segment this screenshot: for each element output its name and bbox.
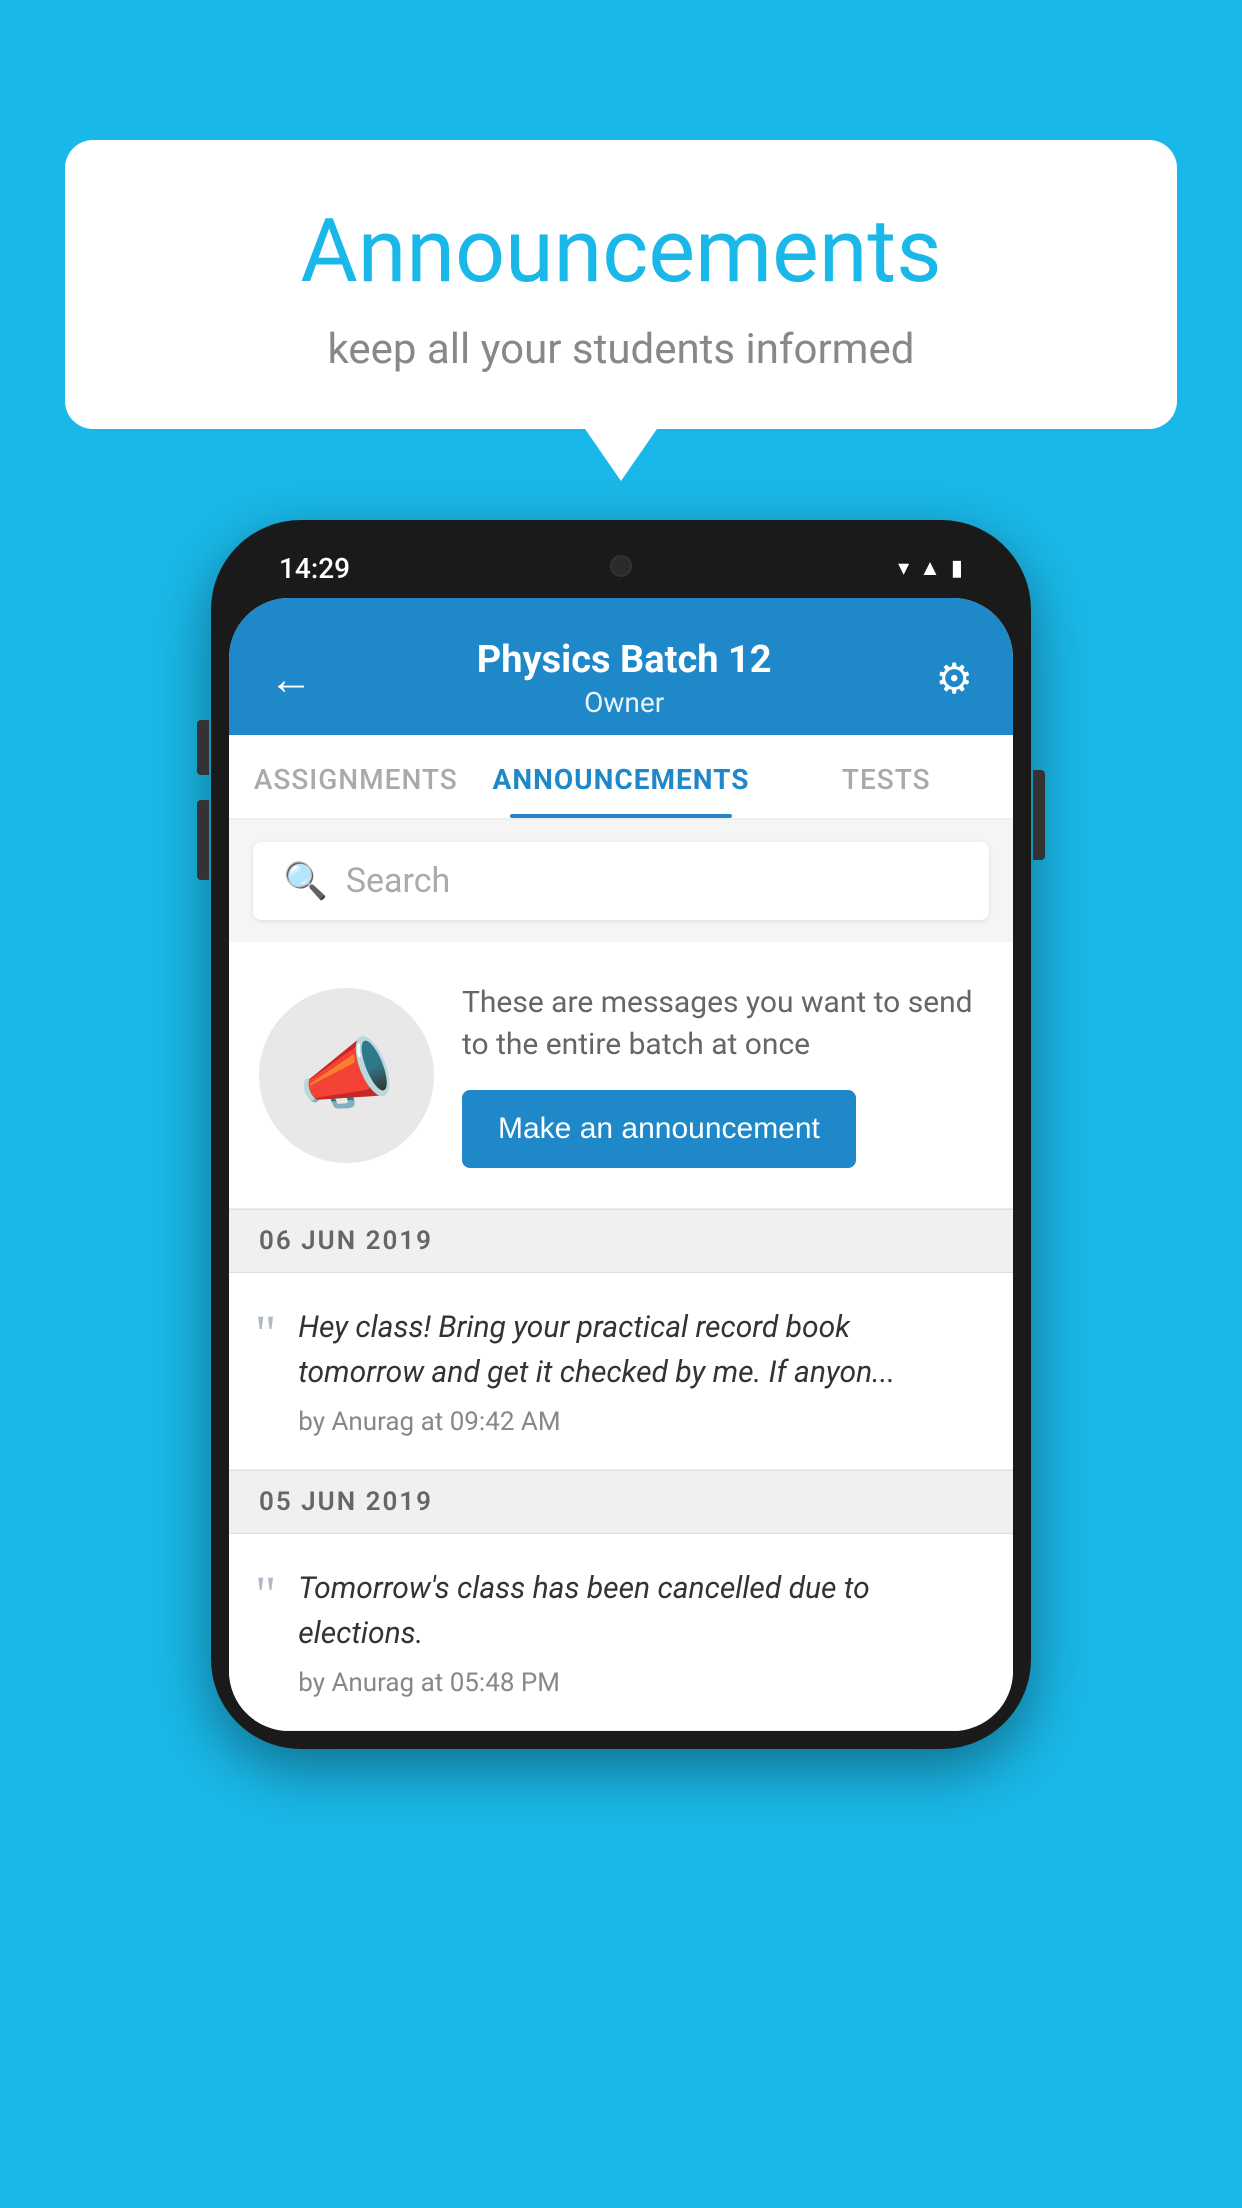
promo-card: 📣 These are messages you want to send to… [229,942,1013,1209]
announcement-item-1[interactable]: " Hey class! Bring your practical record… [229,1273,1013,1470]
speech-bubble: Announcements keep all your students inf… [65,140,1177,429]
quote-icon-2: " [255,1570,276,1622]
search-bar[interactable]: 🔍 Search [253,842,989,920]
phone-notch [531,538,711,593]
status-icons: ▾ ▲ ▮ [898,555,963,581]
status-time: 14:29 [279,552,350,585]
speech-bubble-subtitle: keep all your students informed [115,325,1127,374]
phone-container: 14:29 ▾ ▲ ▮ ← Physics Batch 12 Owner [211,520,1031,1749]
camera-dot [610,555,632,577]
megaphone-icon: 📣 [298,1030,395,1121]
announcement-item-2[interactable]: " Tomorrow's class has been cancelled du… [229,1534,1013,1731]
batch-title: Physics Batch 12 [477,638,772,682]
back-button[interactable]: ← [269,653,313,705]
tab-tests[interactable]: TESTS [759,735,1013,818]
make-announcement-button[interactable]: Make an announcement [462,1090,856,1168]
search-icon: 🔍 [283,860,328,902]
vol-button-2 [197,800,209,880]
header-title-block: Physics Batch 12 Owner [477,638,772,719]
promo-icon-circle: 📣 [259,988,434,1163]
promo-description: These are messages you want to send to t… [462,982,983,1066]
vol-button-1 [197,720,209,775]
promo-content: These are messages you want to send to t… [462,982,983,1168]
settings-button[interactable]: ⚙ [935,654,973,704]
battery-icon: ▮ [951,556,963,581]
wifi-icon: ▾ [898,556,909,581]
announcement-meta-2: by Anurag at 05:48 PM [298,1668,983,1698]
tab-announcements[interactable]: ANNOUNCEMENTS [483,735,760,818]
speech-bubble-title: Announcements [115,200,1127,303]
power-button [1033,770,1045,860]
date-separator-2: 05 JUN 2019 [229,1470,1013,1534]
announcement-meta-1: by Anurag at 09:42 AM [298,1407,983,1437]
tab-assignments[interactable]: ASSIGNMENTS [229,735,483,818]
phone-screen: ← Physics Batch 12 Owner ⚙ ASSIGNMENTS A… [229,598,1013,1731]
announcement-content-1: Hey class! Bring your practical record b… [298,1305,983,1437]
announcement-text-1: Hey class! Bring your practical record b… [298,1305,983,1395]
status-bar: 14:29 ▾ ▲ ▮ [229,538,1013,598]
signal-icon: ▲ [919,555,941,581]
speech-bubble-container: Announcements keep all your students inf… [65,140,1177,429]
search-placeholder: Search [346,861,450,901]
app-header: ← Physics Batch 12 Owner ⚙ [229,598,1013,735]
phone-frame: 14:29 ▾ ▲ ▮ ← Physics Batch 12 Owner [211,520,1031,1749]
batch-subtitle: Owner [477,686,772,719]
app-header-top: ← Physics Batch 12 Owner ⚙ [269,618,973,735]
date-separator-1: 06 JUN 2019 [229,1209,1013,1273]
announcement-content-2: Tomorrow's class has been cancelled due … [298,1566,983,1698]
announcement-text-2: Tomorrow's class has been cancelled due … [298,1566,983,1656]
quote-icon-1: " [255,1309,276,1361]
search-container: 🔍 Search [229,820,1013,942]
tabs-bar: ASSIGNMENTS ANNOUNCEMENTS TESTS [229,735,1013,820]
